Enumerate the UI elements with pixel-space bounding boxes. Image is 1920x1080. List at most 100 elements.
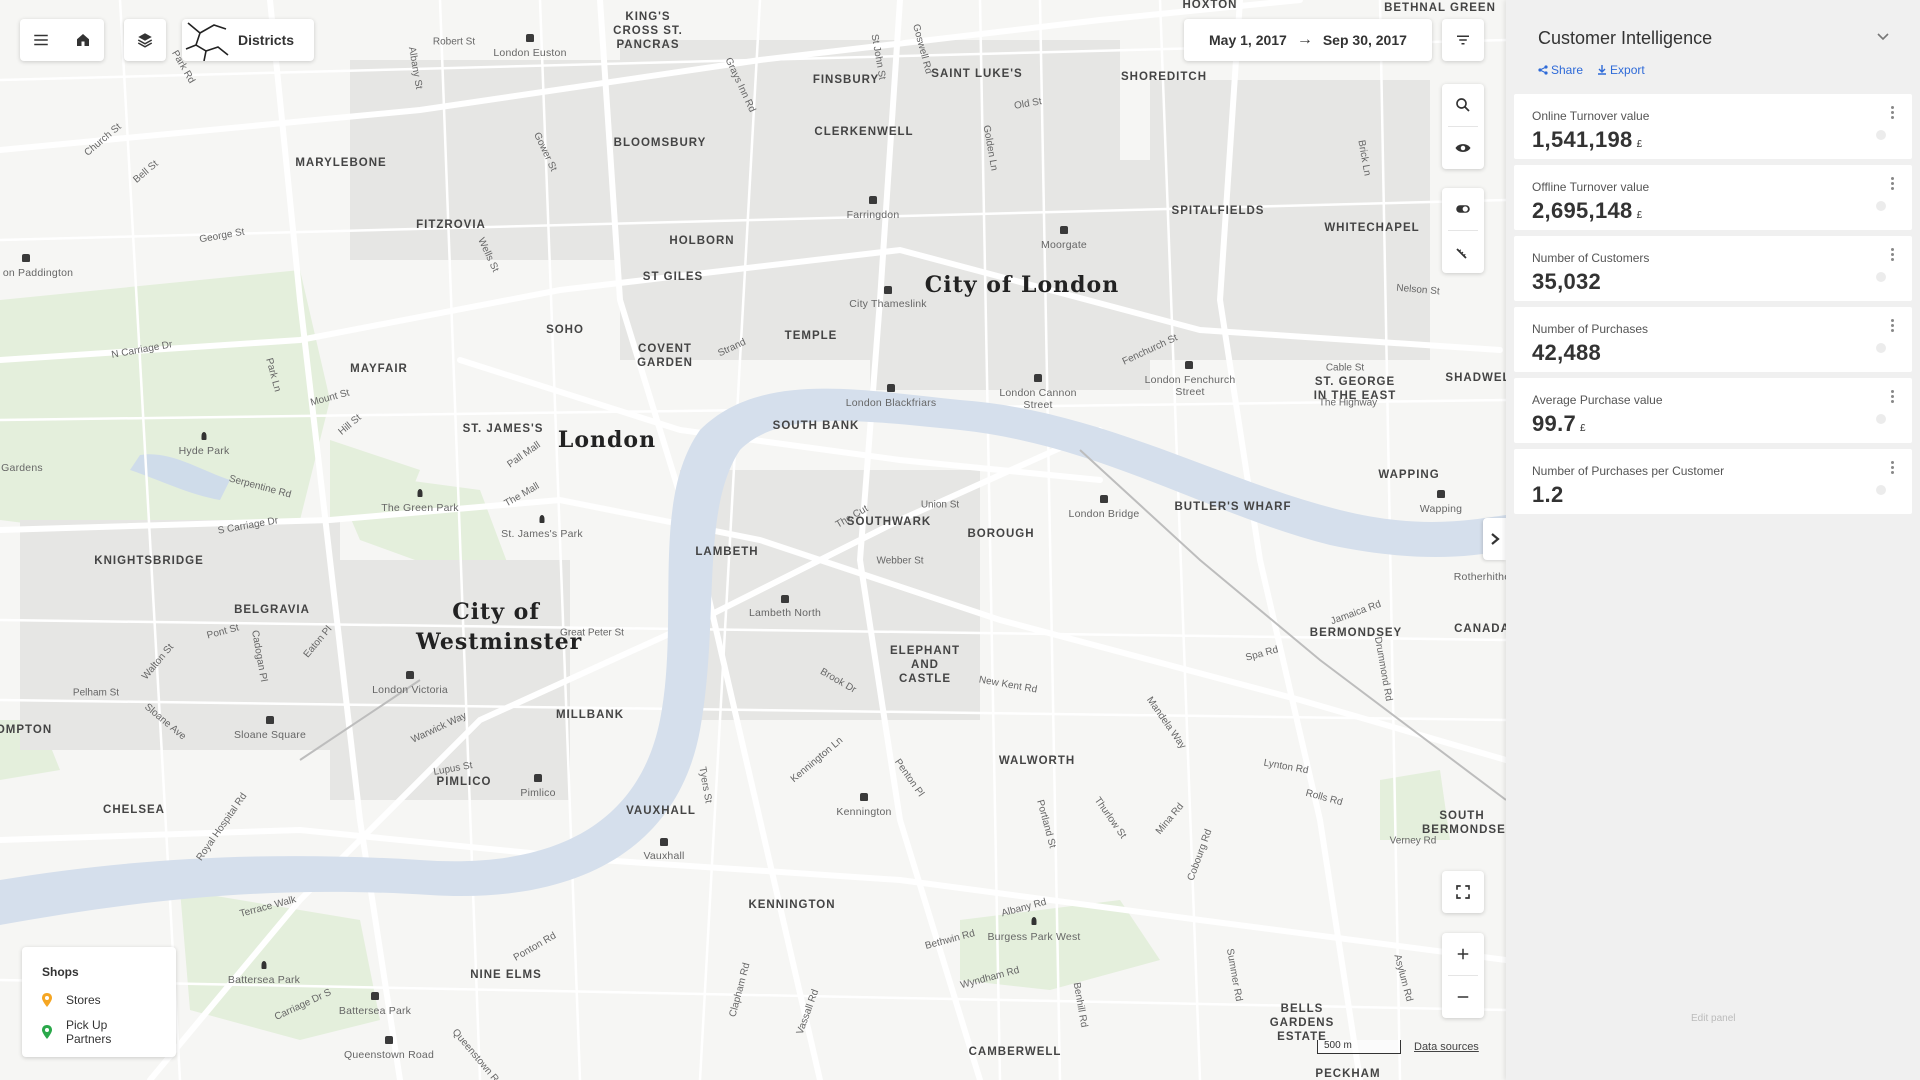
district-label: FINSBURY [812,74,880,86]
street-label: Cable St [1325,362,1365,374]
filter-button[interactable] [1442,19,1484,61]
station-icon [22,254,30,262]
more-vertical-icon[interactable] [1890,319,1894,332]
district-label: BOROUGH [967,528,1035,540]
poi-label: Battersea Park [227,974,301,986]
district-label: FITZROVIA [416,219,486,231]
more-vertical-icon[interactable] [1890,106,1894,119]
search-button[interactable] [1442,84,1484,126]
zoom-out-button[interactable] [1442,976,1484,1018]
kpi-indicator-dot [1876,485,1886,495]
date-range-picker[interactable]: May 1, 2017 → Sep 30, 2017 [1184,19,1432,61]
poi-label: London Cannon Street [999,387,1077,411]
station-icon [1437,490,1445,498]
district-label: COVENT GARDEN [637,343,693,369]
layers-button[interactable] [124,19,166,61]
kpi-label: Offline Turnover value [1532,180,1650,194]
scale-bar: 500 m [1317,1040,1401,1054]
share-icon [1538,65,1548,75]
fullscreen-group [1442,871,1484,913]
filter-icon [1457,35,1469,45]
kpi-number: 99.7 [1532,411,1577,436]
map-tools-group-2 [1442,188,1484,273]
district-label: KING'S CROSS ST. PANCRAS [613,11,683,51]
poi-label: City Thameslink [849,298,927,310]
poi-label: Gardens [1,462,43,474]
station-icon [1185,361,1193,369]
kpi-card-purchases[interactable]: Number of Purchases 42,488 [1514,307,1912,372]
layers-icon [137,33,153,48]
district-label: SOUTH BERMONDSEY [1422,810,1506,836]
poi-label: Moorgate [1041,239,1087,251]
park-icon [201,432,207,440]
station-icon [860,793,868,801]
kpi-indicator-dot [1876,130,1886,140]
zoom-controls [1442,933,1484,1018]
layer-selector[interactable]: Districts [182,19,315,61]
chevron-down-icon[interactable] [1876,32,1890,42]
kpi-value: 42,488 [1532,340,1894,366]
fullscreen-button[interactable] [1442,871,1484,913]
zoom-in-button[interactable] [1442,933,1484,975]
district-label: SOHO [546,324,584,336]
map-label-london: London [557,427,657,453]
chevron-right-icon [1490,533,1500,545]
panel-collapse-button[interactable] [1483,518,1506,560]
more-vertical-icon[interactable] [1890,390,1894,403]
more-vertical-icon[interactable] [1890,248,1894,261]
home-button[interactable] [62,19,104,61]
map-nav-group [20,19,104,61]
district-label: BETHNAL GREEN [1384,2,1496,14]
ruler-icon [1456,248,1467,259]
kpi-card-customers[interactable]: Number of Customers 35,032 [1514,236,1912,301]
district-label: CANADA [1454,623,1506,635]
menu-icon [34,34,48,46]
district-map-thumbnail [185,22,229,61]
station-icon [1060,226,1068,234]
district-label: BELGRAVIA [234,604,310,616]
poi-label: London Victoria [372,684,448,696]
export-button[interactable]: Export [1597,63,1645,77]
data-sources-link[interactable]: Data sources [1414,1041,1479,1053]
menu-button[interactable] [20,19,62,61]
poi-label: London Fenchurch Street [1144,374,1236,398]
map-canvas[interactable]: City of London London City of Westminste… [0,0,1506,1080]
district-label: SHADWELL [1445,372,1506,384]
kpi-card-purchases-per-customer[interactable]: Number of Purchases per Customer 1.2 [1514,449,1912,514]
district-label: MILLBANK [555,709,625,721]
poi-label: St. James's Park [501,528,583,540]
legend-label: Pick Up Partners [66,1018,112,1046]
measure-button[interactable] [1442,231,1484,273]
legend-item-pickup: Pick Up Partners [42,1018,156,1046]
visibility-button[interactable] [1442,127,1484,169]
eye-icon [1455,144,1471,152]
arrow-right-icon: → [1296,31,1313,48]
kpi-unit: £ [1636,210,1643,221]
layers-group [124,19,166,61]
kpi-value: 35,032 [1532,269,1894,295]
edit-panel-link[interactable]: Edit panel [1691,1013,1735,1024]
district-label: CAMBERWELL [968,1046,1062,1058]
station-icon [1100,495,1108,503]
more-vertical-icon[interactable] [1890,177,1894,190]
poi-label: Queenstown Road [344,1049,434,1061]
kpi-card-online-turnover[interactable]: Online Turnover value 1,541,198 £ [1514,94,1912,159]
park-icon [1031,917,1037,925]
station-icon [660,838,668,846]
poi-label: Burgess Park West [987,931,1081,943]
panel-actions: Share Export [1538,63,1888,77]
share-button[interactable]: Share [1538,63,1583,77]
poi-label: Pimlico [520,787,556,799]
station-icon [526,34,534,42]
kpi-card-avg-purchase[interactable]: Average Purchase value 99.7 £ [1514,378,1912,443]
kpi-card-offline-turnover[interactable]: Offline Turnover value 2,695,148 £ [1514,165,1912,230]
map-label-westminster: City of Westminster [416,599,583,655]
district-label: OMPTON [0,724,53,736]
more-vertical-icon[interactable] [1890,461,1894,474]
contrast-toggle-button[interactable] [1442,188,1484,230]
kpi-unit: £ [1580,423,1586,434]
district-label: NINE ELMS [470,969,542,981]
district-label: BELLS GARDENS ESTATE [1269,1003,1335,1043]
kpi-indicator-dot [1876,272,1886,282]
poi-label: London Bridge [1068,508,1140,520]
